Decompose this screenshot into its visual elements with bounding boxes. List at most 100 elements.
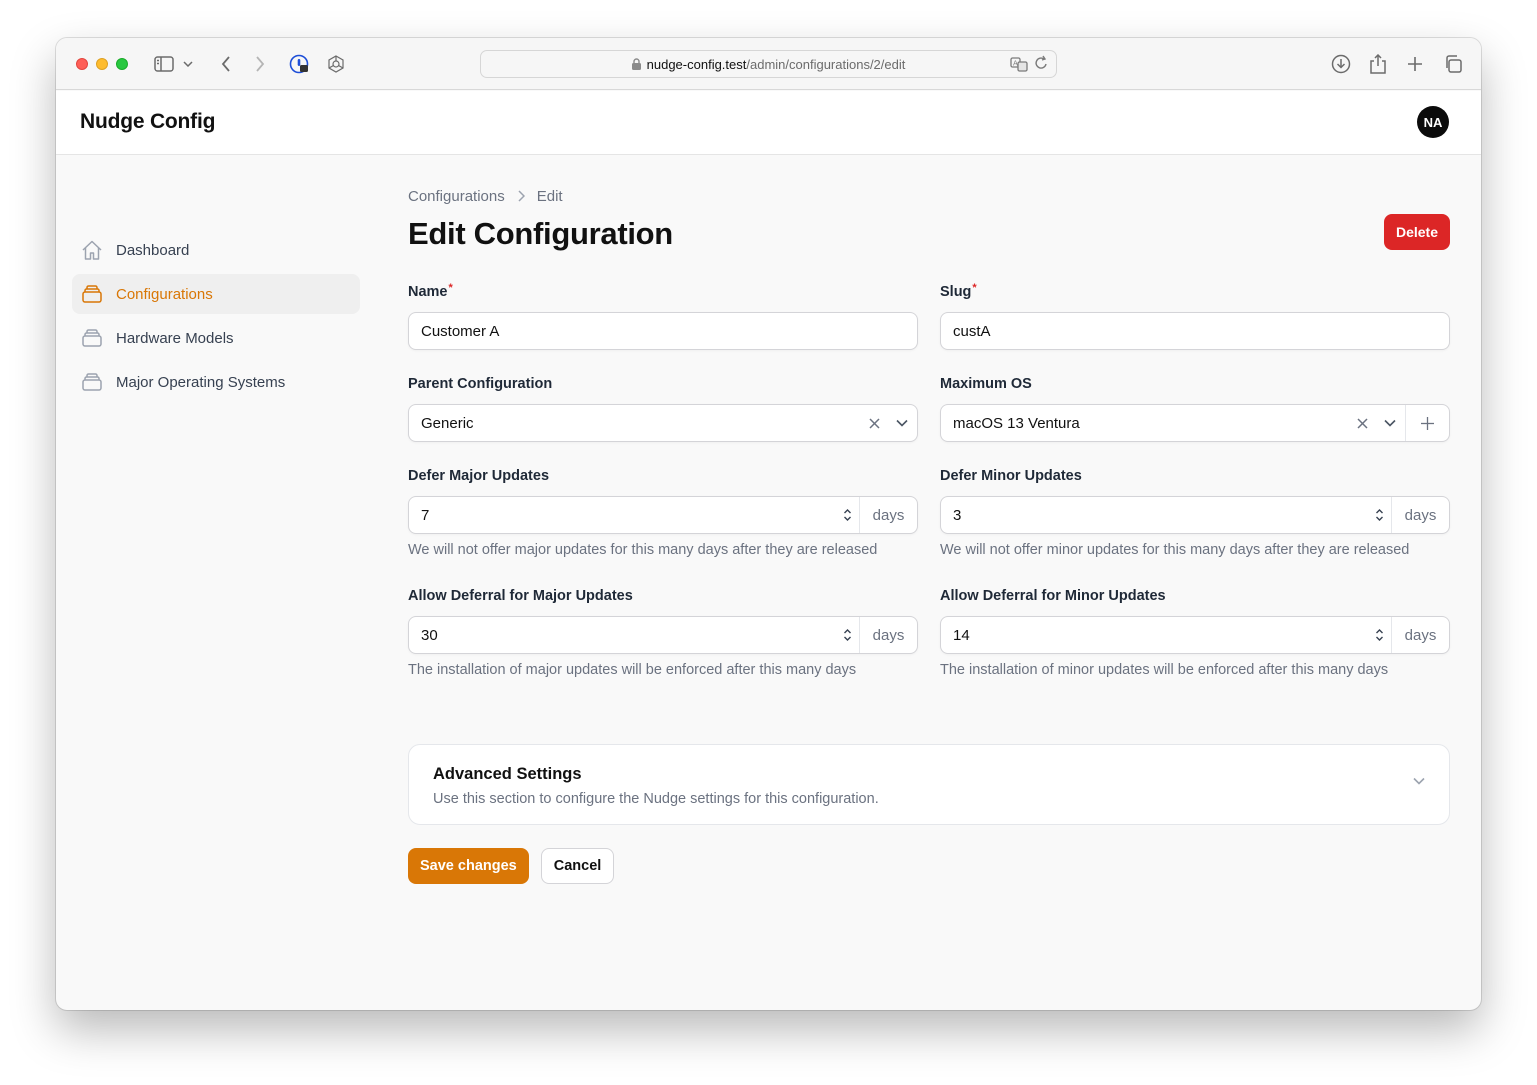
stepper-icon[interactable]: [835, 628, 859, 642]
defer-major-label: Defer Major Updates: [408, 468, 550, 484]
maximum-os-select[interactable]: macOS 13 Ventura: [940, 404, 1450, 442]
breadcrumb-configurations-link[interactable]: Configurations: [408, 188, 505, 205]
name-label-text: Name: [408, 284, 448, 300]
breadcrumb-current: Edit: [536, 187, 563, 205]
required-marker: *: [448, 282, 453, 294]
app-header: Nudge Config NA: [56, 91, 1481, 155]
defer-major-value: 7: [421, 506, 430, 524]
defer-minor-hint: We will not offer minor updates for this…: [940, 542, 1410, 558]
home-icon: [80, 238, 104, 262]
advanced-settings-section[interactable]: Advanced Settings Use this section to co…: [408, 744, 1450, 825]
browser-toolbar: nudge-config.test/admin/configurations/2…: [56, 38, 1481, 90]
plus-icon: [1421, 416, 1434, 430]
sidebar-item-configurations[interactable]: Configurations: [72, 274, 360, 314]
name-field-group: Name* Customer A: [408, 280, 918, 350]
back-icon[interactable]: [214, 52, 238, 76]
sidebar-item-label: Major Operating Systems: [116, 373, 286, 391]
maximum-os-value: macOS 13 Ventura: [953, 414, 1080, 432]
sidebar-item-hardware-models[interactable]: Hardware Models: [72, 318, 360, 358]
user-avatar[interactable]: NA: [1417, 106, 1449, 138]
defer-major-hint: We will not offer major updates for this…: [408, 542, 878, 558]
allow-minor-value: 14: [953, 626, 970, 644]
svg-text:A: A: [1013, 60, 1018, 68]
allow-minor-label: Allow Deferral for Minor Updates: [940, 588, 1166, 604]
url-domain: nudge-config.test: [646, 56, 747, 72]
defer-minor-value: 3: [953, 506, 962, 524]
stack-icon: [80, 282, 104, 306]
chevron-down-icon[interactable]: [180, 52, 196, 76]
cancel-button[interactable]: Cancel: [540, 848, 615, 884]
zoom-window-button[interactable]: [116, 58, 128, 70]
stack-icon: [80, 370, 104, 394]
parent-configuration-label: Parent Configuration: [408, 376, 553, 392]
translate-icon[interactable]: A: [1010, 55, 1028, 76]
maximum-os-label: Maximum OS: [940, 376, 1032, 392]
add-maximum-os-button[interactable]: [1405, 405, 1449, 441]
extension-icon[interactable]: [324, 52, 348, 76]
required-marker: *: [972, 282, 977, 294]
chevron-down-icon[interactable]: [887, 419, 917, 427]
days-suffix: days: [859, 617, 917, 653]
stepper-icon[interactable]: [1367, 508, 1391, 522]
name-input[interactable]: Customer A: [408, 312, 918, 350]
reload-icon[interactable]: [1034, 55, 1048, 76]
days-suffix: days: [1391, 617, 1449, 653]
chevron-right-icon: [517, 190, 525, 202]
address-bar[interactable]: nudge-config.test/admin/configurations/2…: [480, 50, 1057, 78]
sidebar-toggle-icon[interactable]: [152, 52, 176, 76]
parent-configuration-value: Generic: [421, 414, 474, 432]
brand-title[interactable]: Nudge Config: [80, 110, 215, 134]
allow-major-label: Allow Deferral for Major Updates: [408, 588, 633, 604]
slug-input-value: custA: [953, 322, 991, 340]
close-window-button[interactable]: [76, 58, 88, 70]
advanced-settings-description: Use this section to configure the Nudge …: [433, 791, 879, 807]
sidebar-item-major-operating-systems[interactable]: Major Operating Systems: [72, 362, 360, 402]
allow-minor-input[interactable]: 14 days: [940, 616, 1450, 654]
defer-minor-input[interactable]: 3 days: [940, 496, 1450, 534]
breadcrumb: Configurations Edit: [408, 184, 1450, 208]
allow-major-field-group: Allow Deferral for Major Updates 30 days…: [408, 584, 918, 678]
tab-overview-icon[interactable]: [1441, 52, 1465, 76]
lock-icon: [631, 58, 641, 70]
defer-major-field-group: Defer Major Updates 7 days We will not o…: [408, 464, 918, 558]
sidebar-item-label: Hardware Models: [116, 329, 234, 347]
downloads-icon[interactable]: [1329, 52, 1353, 76]
sidebar-item-dashboard[interactable]: Dashboard: [72, 230, 360, 270]
new-tab-icon[interactable]: [1403, 52, 1427, 76]
slug-label: Slug*: [940, 280, 1450, 304]
browser-window: nudge-config.test/admin/configurations/2…: [56, 38, 1481, 1010]
parent-configuration-select[interactable]: Generic: [408, 404, 918, 442]
forward-icon[interactable]: [248, 52, 272, 76]
defer-minor-label: Defer Minor Updates: [940, 468, 1082, 484]
defer-minor-field-group: Defer Minor Updates 3 days We will not o…: [940, 464, 1450, 558]
password-manager-icon[interactable]: [287, 52, 311, 76]
url-path: /admin/configurations/2/edit: [746, 56, 906, 72]
sidebar-item-label: Configurations: [116, 285, 213, 303]
slug-input[interactable]: custA: [940, 312, 1450, 350]
allow-minor-hint: The installation of minor updates will b…: [940, 662, 1389, 678]
slug-label-text: Slug: [940, 284, 972, 300]
main-content: Configurations Edit Edit Configuration D…: [408, 184, 1450, 884]
sidebar-item-label: Dashboard: [116, 241, 190, 259]
allow-major-value: 30: [421, 626, 438, 644]
stepper-icon[interactable]: [1367, 628, 1391, 642]
days-suffix: days: [1391, 497, 1449, 533]
name-label: Name*: [408, 280, 918, 304]
clear-icon[interactable]: [1349, 417, 1375, 429]
stepper-icon[interactable]: [835, 508, 859, 522]
minimize-window-button[interactable]: [96, 58, 108, 70]
defer-major-input[interactable]: 7 days: [408, 496, 918, 534]
chevron-down-icon[interactable]: [1413, 777, 1425, 785]
delete-button[interactable]: Delete: [1383, 214, 1450, 250]
allow-major-input[interactable]: 30 days: [408, 616, 918, 654]
slug-field-group: Slug* custA: [940, 280, 1450, 350]
save-changes-button[interactable]: Save changes: [408, 848, 529, 884]
stack-icon: [80, 326, 104, 350]
name-input-value: Customer A: [421, 322, 500, 340]
share-icon[interactable]: [1366, 52, 1390, 76]
parent-configuration-field-group: Parent Configuration Generic: [408, 372, 918, 442]
form-actions: Save changes Cancel: [408, 848, 615, 884]
allow-major-hint: The installation of major updates will b…: [408, 662, 857, 678]
chevron-down-icon[interactable]: [1375, 419, 1405, 427]
clear-icon[interactable]: [861, 417, 887, 429]
